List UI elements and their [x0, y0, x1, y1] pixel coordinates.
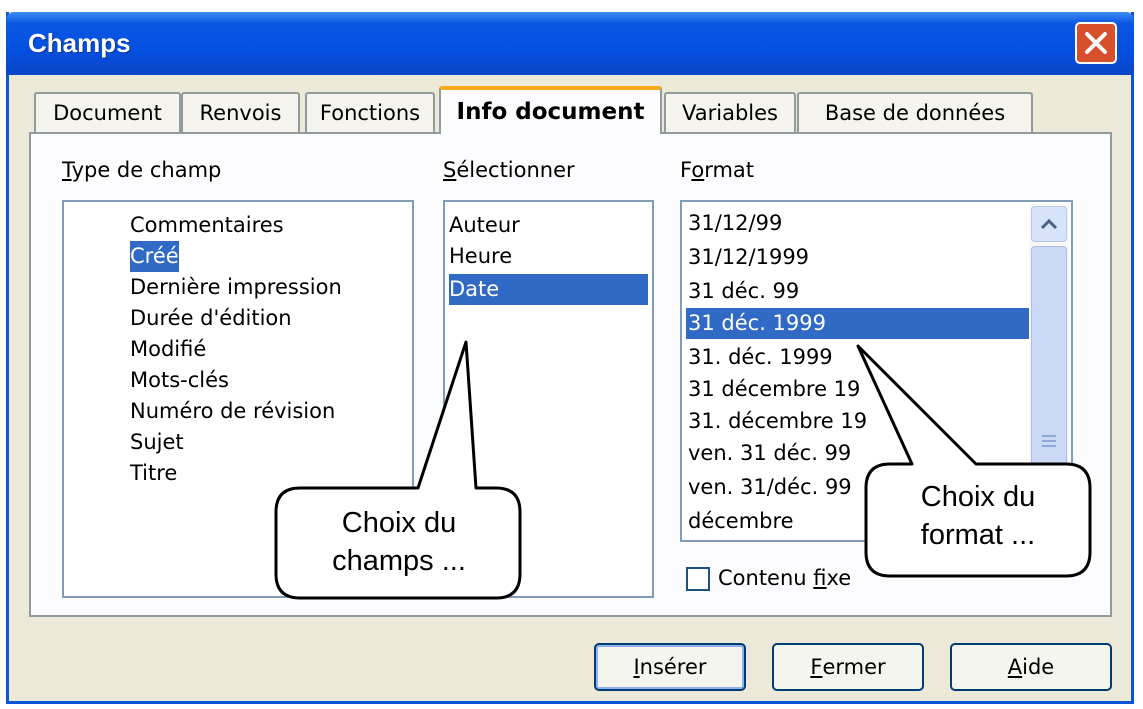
callout-format-text: Choix du format ... [920, 481, 1036, 551]
callout-champs-text: Choix du champs ... [332, 507, 466, 577]
callout-shapes [274, 340, 1092, 600]
